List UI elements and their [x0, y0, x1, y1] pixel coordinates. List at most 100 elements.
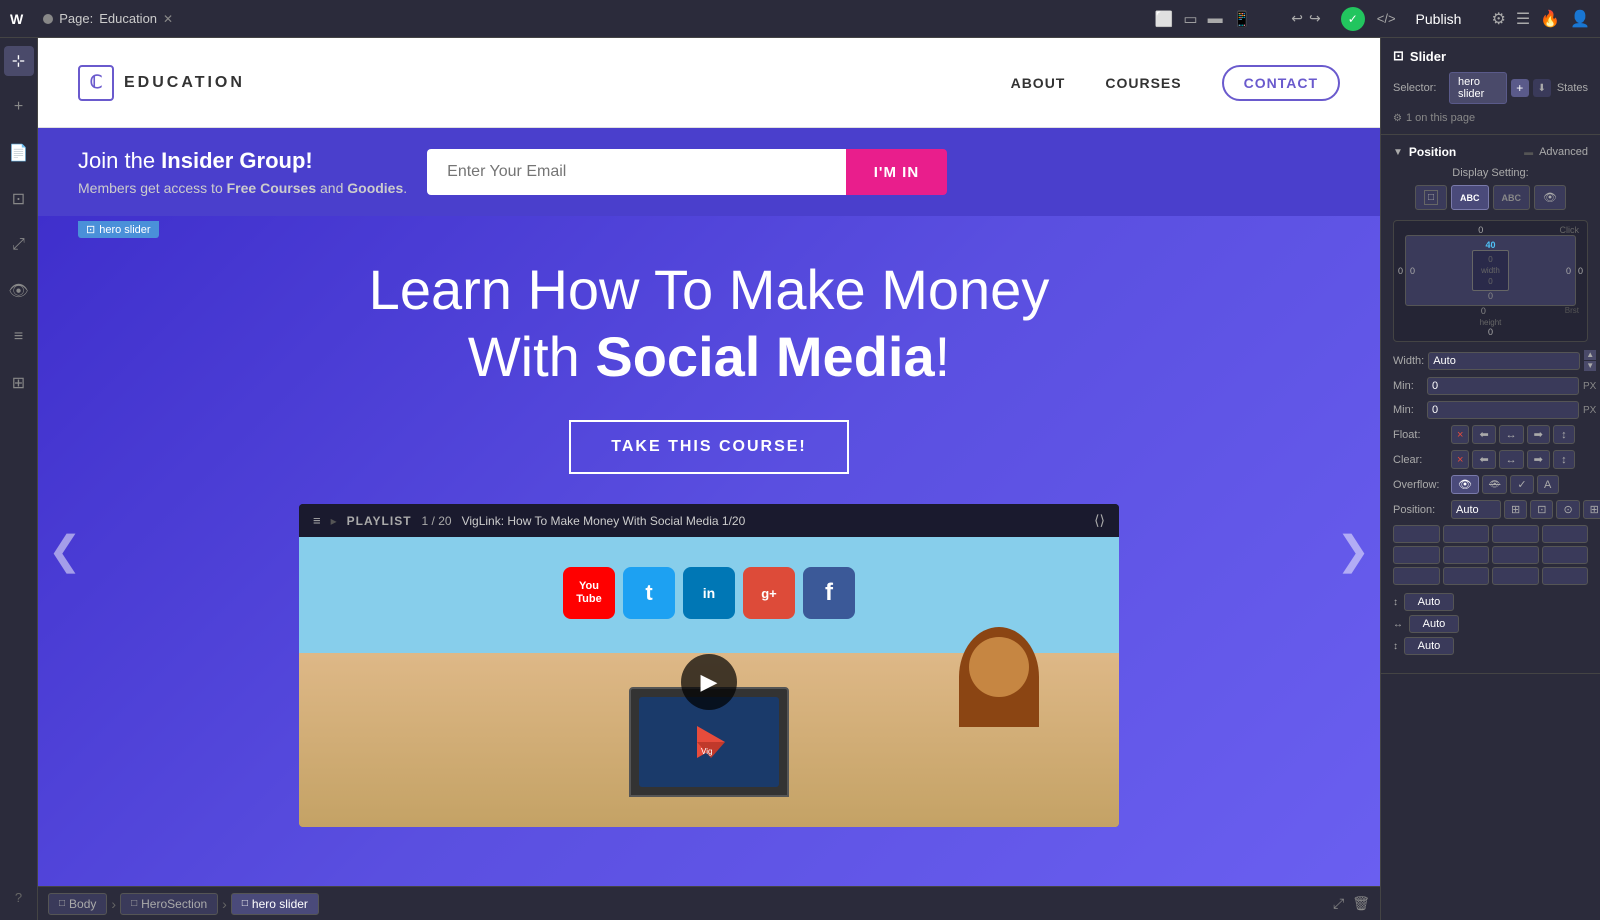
margin-bottom-val[interactable]: 0	[1481, 306, 1486, 316]
margin-right-val[interactable]: 0	[1578, 266, 1583, 276]
clear-right-btn[interactable]: ➡	[1527, 450, 1550, 469]
pos-cell-11[interactable]	[1492, 567, 1539, 585]
advanced-label[interactable]: Advanced	[1539, 146, 1588, 158]
resize-icon[interactable]: ⤢	[4, 230, 34, 260]
float-right-btn[interactable]: ➡	[1527, 425, 1550, 444]
pos-btn-3[interactable]: ⊙	[1556, 500, 1579, 519]
overflow-visible-btn[interactable]: 👁	[1451, 475, 1479, 494]
position-input[interactable]	[1451, 500, 1501, 519]
auto-item-2: ↔ Auto	[1393, 615, 1588, 633]
pos-cell-4[interactable]	[1542, 525, 1589, 543]
redo-btn[interactable]: ↪	[1309, 10, 1321, 27]
expand-selector-btn[interactable]: ⬇	[1533, 79, 1551, 97]
email-input[interactable]	[427, 149, 846, 195]
hero-cta-btn[interactable]: TAKE THIS COURSE!	[569, 420, 848, 474]
profile-icon[interactable]: 👤	[1570, 9, 1590, 29]
components-icon[interactable]: ⊞	[4, 368, 34, 398]
selector-value[interactable]: hero slider	[1449, 72, 1507, 104]
min-h-label: Min:	[1393, 404, 1423, 416]
page-close-icon[interactable]: ✕	[163, 12, 173, 26]
breadcrumb-herosection[interactable]: □ HeroSection	[120, 893, 218, 915]
display-block-btn[interactable]: ABC	[1451, 185, 1489, 210]
pos-btn-1[interactable]: ⊞	[1504, 500, 1527, 519]
float-label: Float:	[1393, 429, 1445, 441]
breadcrumb-body[interactable]: □ Body	[48, 893, 107, 915]
clear-both-btn[interactable]: ↔	[1499, 450, 1524, 469]
padding-bottom-val[interactable]: 0	[1488, 291, 1493, 301]
overflow-auto-btn[interactable]: A	[1537, 475, 1559, 494]
pos-cell-9[interactable]	[1393, 567, 1440, 585]
select-tool-icon[interactable]: ⊹	[4, 46, 34, 76]
plus-icon[interactable]: +	[4, 92, 34, 122]
breadcrumb-heroslider[interactable]: □ hero slider	[231, 893, 319, 915]
nav-contact-btn[interactable]: CONTACT	[1222, 65, 1340, 101]
pos-cell-7[interactable]	[1492, 546, 1539, 564]
pos-cell-10[interactable]	[1443, 567, 1490, 585]
pos-cell-3[interactable]	[1492, 525, 1539, 543]
min-max-height-row: Min: PX Max:	[1393, 401, 1588, 419]
pages-icon[interactable]: 📄	[4, 138, 34, 168]
pos-cell-12[interactable]	[1542, 567, 1589, 585]
hero-title: Learn How To Make Money With Social Medi…	[369, 256, 1050, 390]
display-none-btn[interactable]: □	[1415, 185, 1447, 210]
selector-row: Selector: hero slider + ⬇ States	[1393, 72, 1588, 104]
padding-right-val[interactable]: 0	[1566, 266, 1571, 276]
width-down-btn[interactable]: ▼	[1584, 361, 1596, 371]
undo-btn[interactable]: ↩	[1291, 10, 1303, 27]
pos-btn-2[interactable]: ⊡	[1530, 500, 1553, 519]
clear-none-btn[interactable]: ↕	[1553, 450, 1575, 469]
float-left-btn[interactable]: ⬅	[1472, 425, 1495, 444]
play-btn[interactable]: ▶	[681, 654, 737, 710]
prev-arrow[interactable]: ❮	[48, 528, 82, 574]
crop-icon[interactable]: ⊡	[4, 184, 34, 214]
clear-btns: × ⬅ ↔ ➡ ↕	[1451, 450, 1575, 469]
menu-icon[interactable]: ☰	[1516, 9, 1530, 29]
nav-courses[interactable]: COURSES	[1105, 75, 1181, 91]
margin-top-val[interactable]: 0	[1478, 225, 1483, 235]
trash-icon[interactable]: 🗑	[1352, 895, 1370, 912]
desktop-icon[interactable]: ⬜	[1155, 10, 1174, 28]
code-icon[interactable]: </>	[1377, 11, 1396, 26]
display-hidden-btn[interactable]: 👁	[1534, 185, 1566, 210]
tablet-portrait-icon[interactable]: ▭	[1183, 10, 1197, 28]
float-center-btn[interactable]: ↔	[1499, 425, 1524, 444]
pos-cell-1[interactable]	[1393, 525, 1440, 543]
share-icon[interactable]: ⟨⟩	[1094, 512, 1105, 529]
settings-icon[interactable]: ⚙	[1491, 9, 1505, 29]
clear-left-btn[interactable]: ⬅	[1472, 450, 1495, 469]
pos-cell-6[interactable]	[1443, 546, 1490, 564]
eye-icon[interactable]: 👁	[4, 276, 34, 306]
auto-val-2[interactable]: Auto	[1409, 615, 1459, 633]
nav-about[interactable]: ABOUT	[1011, 75, 1066, 91]
padding-left-val[interactable]: 0	[1410, 266, 1415, 276]
collapse-arrow[interactable]: ▼	[1393, 147, 1403, 158]
float-none-btn[interactable]: ↕	[1553, 425, 1575, 444]
padding-top-val[interactable]: 40	[1485, 240, 1495, 250]
pos-btn-4[interactable]: ⊞	[1583, 500, 1600, 519]
margin-left-val[interactable]: 0	[1398, 266, 1403, 276]
add-selector-btn[interactable]: +	[1511, 79, 1529, 97]
pos-cell-2[interactable]	[1443, 525, 1490, 543]
pos-cell-5[interactable]	[1393, 546, 1440, 564]
next-arrow[interactable]: ❯	[1336, 528, 1370, 574]
width-input[interactable]	[1428, 352, 1580, 370]
min-width-input[interactable]	[1427, 377, 1579, 395]
auto-val-1[interactable]: Auto	[1404, 593, 1454, 611]
display-inline-btn[interactable]: ABC	[1493, 185, 1531, 210]
clear-x-btn[interactable]: ×	[1451, 450, 1469, 469]
auto-val-3[interactable]: Auto	[1404, 637, 1454, 655]
layers-icon[interactable]: ≡	[4, 322, 34, 352]
min-height-input[interactable]	[1427, 401, 1579, 419]
publish-button[interactable]: Publish	[1408, 7, 1470, 31]
pos-cell-8[interactable]	[1542, 546, 1589, 564]
overflow-scroll-btn[interactable]: ✓	[1510, 475, 1533, 494]
expand-icon[interactable]: ⤢	[1333, 895, 1344, 912]
width-up-btn[interactable]: ▲	[1584, 350, 1596, 360]
tablet-landscape-icon[interactable]: ▬	[1208, 10, 1223, 28]
fire-icon[interactable]: 🔥	[1540, 9, 1560, 29]
help-icon[interactable]: ?	[4, 882, 34, 912]
overflow-hidden-btn[interactable]: 👁	[1482, 475, 1507, 494]
float-x-btn[interactable]: ×	[1451, 425, 1469, 444]
phone-icon[interactable]: 📱	[1233, 10, 1252, 28]
email-submit-btn[interactable]: I'M IN	[846, 149, 947, 195]
